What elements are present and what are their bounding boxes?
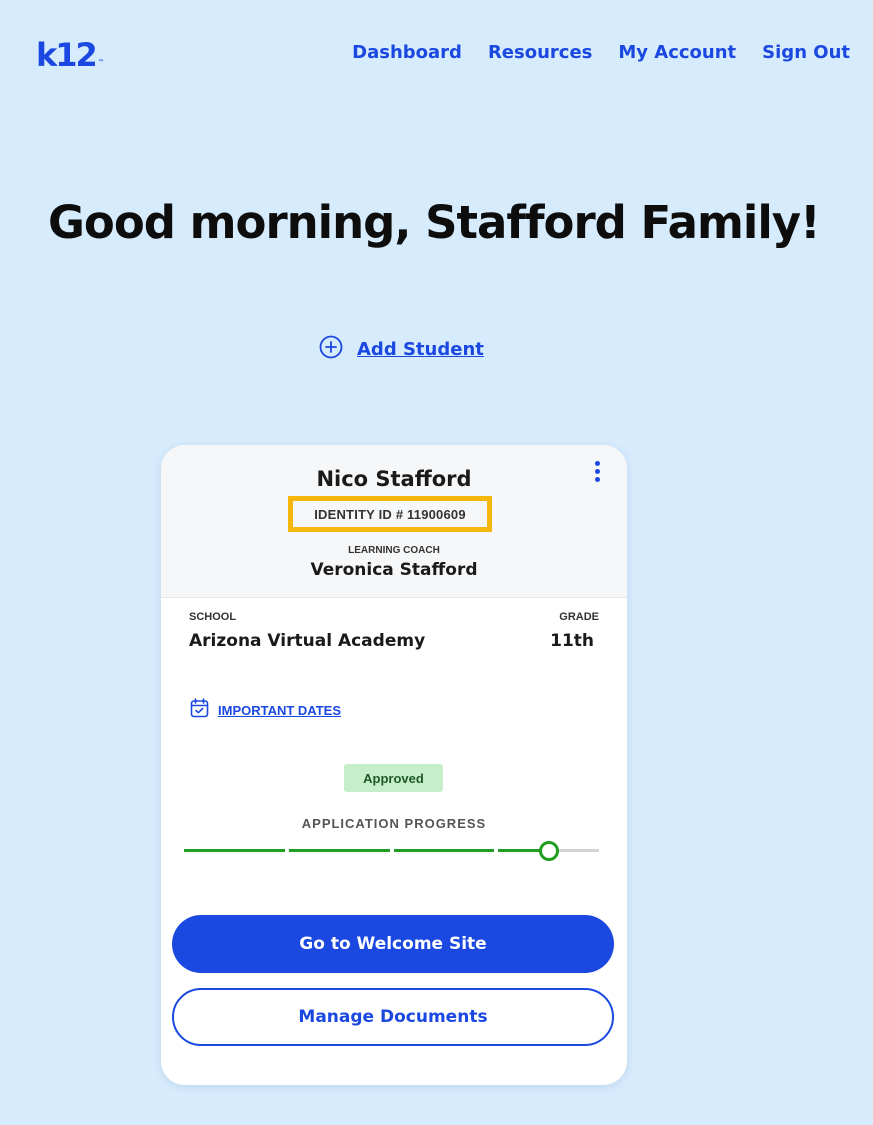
important-dates-link[interactable]: IMPORTANT DATES <box>190 698 341 723</box>
learning-coach-label: LEARNING COACH <box>348 545 440 556</box>
grade-value: 11th <box>550 631 594 651</box>
application-progress-bar <box>184 841 599 861</box>
student-name: Nico Stafford <box>316 467 472 491</box>
learning-coach-name: Veronica Stafford <box>310 560 478 580</box>
more-options-icon[interactable] <box>593 461 601 482</box>
manage-documents-button[interactable]: Manage Documents <box>172 988 614 1046</box>
top-nav: Dashboard Resources My Account Sign Out <box>352 42 850 63</box>
nav-my-account[interactable]: My Account <box>618 42 736 63</box>
student-card-header: Nico Stafford IDENTITY ID # 11900609 LEA… <box>161 445 627 598</box>
application-progress-label: APPLICATION PROGRESS <box>301 816 487 831</box>
progress-marker <box>538 841 559 861</box>
important-dates-label: IMPORTANT DATES <box>218 703 342 718</box>
go-to-welcome-site-button[interactable]: Go to Welcome Site <box>172 915 614 973</box>
add-student-label: Add Student <box>357 339 484 360</box>
nav-dashboard[interactable]: Dashboard <box>352 42 462 63</box>
progress-segment-complete <box>184 849 285 852</box>
identity-id: IDENTITY ID # 11900609 <box>288 496 492 532</box>
nav-sign-out[interactable]: Sign Out <box>762 42 850 63</box>
page-greeting: Good morning, Stafford Family! <box>48 196 821 249</box>
school-label: SCHOOL <box>189 611 237 623</box>
plus-circle-icon <box>319 335 343 364</box>
progress-segment-complete <box>288 849 390 852</box>
progress-segment-complete <box>393 849 495 852</box>
status-badge: Approved <box>344 764 443 792</box>
calendar-check-icon <box>190 698 209 723</box>
student-card: Nico Stafford IDENTITY ID # 11900609 LEA… <box>161 445 627 1085</box>
school-name: Arizona Virtual Academy <box>189 631 426 651</box>
grade-label: GRADE <box>559 611 599 623</box>
k12-logo[interactable]: k12 ™ <box>36 36 104 74</box>
add-student-link[interactable]: Add Student <box>319 335 484 364</box>
nav-resources[interactable]: Resources <box>488 42 592 63</box>
